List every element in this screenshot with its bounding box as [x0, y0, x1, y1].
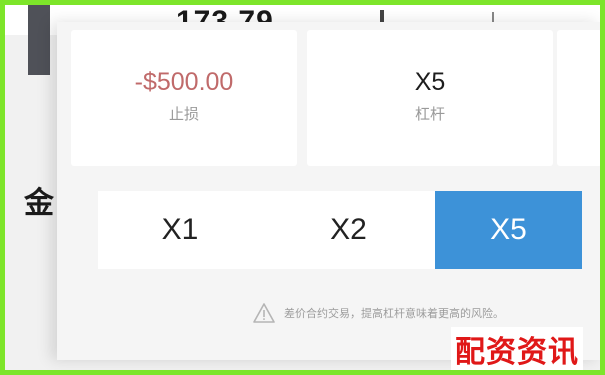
leverage-selector: X1 X2 X5 — [98, 191, 582, 269]
warning-icon — [253, 303, 275, 323]
leverage-label: 杠杆 — [414, 105, 445, 123]
stop-loss-card[interactable]: -$500.00 止损 — [71, 30, 297, 166]
watermark: 配资资讯 — [451, 327, 583, 371]
stop-loss-value: -$500.00 — [134, 68, 234, 96]
dark-tab-marker — [28, 5, 50, 75]
leverage-option-x2[interactable]: X2 — [262, 191, 435, 269]
leverage-option-x5[interactable]: X5 — [435, 191, 582, 269]
sidebar-label: 金 — [24, 186, 54, 221]
risk-warning: 差价合约交易，提高杠杆意味着更高的风险。 — [252, 302, 504, 324]
order-settings-panel: -$500.00 止损 X5 杠杆 X1 X2 X5 差价合约交易，提高杠杆意味… — [57, 22, 602, 360]
leverage-option-x1[interactable]: X1 — [98, 191, 262, 269]
next-card[interactable] — [557, 30, 602, 166]
leverage-card[interactable]: X5 杠杆 — [307, 30, 553, 166]
stop-loss-label: 止损 — [168, 105, 199, 123]
leverage-value: X5 — [414, 68, 446, 96]
risk-warning-text: 差价合约交易，提高杠杆意味着更高的风险。 — [284, 307, 504, 320]
